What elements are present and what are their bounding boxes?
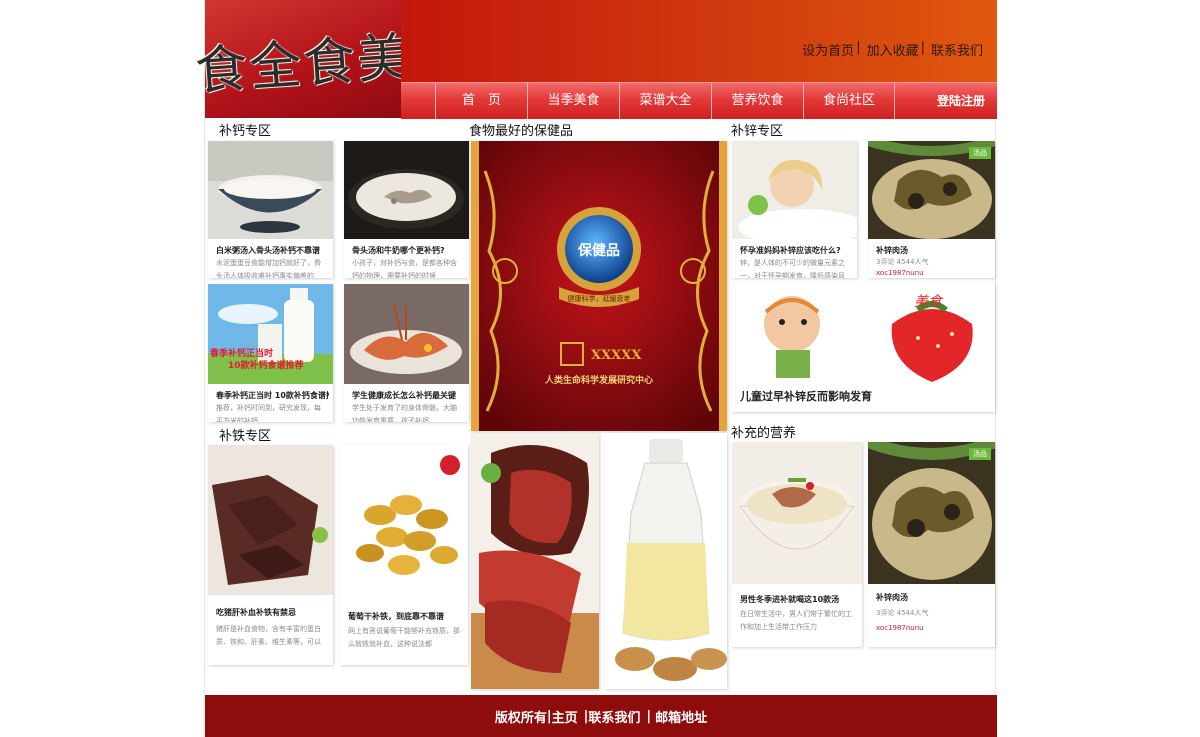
header-banner: 设为首页 | 加入收藏 | 联系我们 <box>401 0 997 82</box>
calcium-card-bone-soup[interactable]: 骨头汤和牛奶哪个更补钙? 小孩子，对补钙与食，是都各种含钙的物理，需要补钙的时候 <box>344 141 469 278</box>
brand-text: XXXXX <box>591 348 642 363</box>
card-meta: 3评论 4544人气 <box>876 609 929 617</box>
beef-image-card[interactable] <box>471 433 599 689</box>
bone-soup-image <box>344 141 469 239</box>
banner-text-1: 春季补钙正当时 <box>209 347 273 359</box>
card-title: 吃猪肝补血补铁有禁忌 <box>216 608 296 617</box>
nav-item-home[interactable]: 首 页 <box>435 83 527 119</box>
org-text: 人类生命科学发展研究中心 <box>544 374 653 386</box>
card-title: 男性冬季进补就喝这10款汤 <box>740 595 840 604</box>
card-title: 学生健康成长怎么补钙最关键 <box>352 391 456 400</box>
iron-card-pork-liver[interactable]: 吃猪肝补血补铁有禁忌 猪肝是补血食物，含有丰富的蛋白质、铁和、肝素、维生素等，可… <box>208 445 333 665</box>
meat-soup-image <box>868 442 995 584</box>
separator: | <box>646 708 652 724</box>
raisins-image <box>340 445 468 595</box>
nav-item-recipes[interactable]: 菜谱大全 <box>619 83 711 119</box>
calcium-card-spring-milk[interactable]: 春季补钙正当时 10款补钙食谱推荐 春季补钙正当时 10款补钙食谱推荐 推荐，补… <box>208 284 333 422</box>
contact-us-link[interactable]: 联系我们 <box>931 40 983 59</box>
oil-bottle-image <box>605 433 727 689</box>
milk-bottle-image: 春季补钙正当时 10款补钙食谱推荐 <box>208 284 333 384</box>
card-author-link[interactable]: xoc1987nunu <box>876 624 924 632</box>
pork-liver-image <box>208 445 333 595</box>
card-title: 春季补钙正当时 10款补钙食谱推荐 <box>216 391 329 400</box>
site-footer: 版权所有 | 主页 | 联系我们 | 邮箱地址 <box>205 695 997 737</box>
card-title: 骨头汤和牛奶哪个更补钙? <box>352 246 445 255</box>
footer-email-link[interactable]: 邮箱地址 <box>655 707 707 726</box>
card-title: 补锌肉汤 <box>876 593 908 602</box>
zinc-card-meat-soup[interactable]: 汤品 补锌肉汤 3评论 4544人气 xoc1987nunu <box>868 141 995 278</box>
set-homepage-link[interactable]: 设为首页 <box>802 40 854 59</box>
oil-image-card[interactable] <box>605 433 727 689</box>
roast-beef-image <box>471 433 599 689</box>
section-title-nutrition: 补充的营养 <box>731 426 797 441</box>
card-desc: 猪肝是补血食物，含有丰富的蛋白质、铁和、肝素、维生素等，可以 <box>216 625 321 646</box>
healthcare-banner[interactable]: 保健品 健康科学，延缓衰老 XXXXX 人类生命科学发展研究中心 <box>471 141 727 431</box>
calcium-card-shrimp[interactable]: 学生健康成长怎么补钙最关键 学生处于发育了的身体骨骼，大脑功能发育重要，孩子补钙 <box>344 284 469 422</box>
congee-bowl-image <box>208 141 333 239</box>
separator: | <box>920 40 925 55</box>
nav-item-seasonal-food[interactable]: 当季美食 <box>527 83 619 119</box>
winter-soup-image <box>732 442 862 584</box>
soup-tag: 汤品 <box>969 147 991 159</box>
card-title: 怀孕准妈妈补锌应该吃什么? <box>740 246 841 255</box>
nutrition-card-meat-soup[interactable]: 汤品 补锌肉汤 3评论 4544人气 xoc1987nunu <box>868 442 995 647</box>
section-title-calcium: 补钙专区 <box>219 124 272 139</box>
login-register-link[interactable]: 登陆注册 <box>937 83 985 119</box>
card-desc: 网上有答说葡萄干能够补充铁质，那么就铁就补血，这种说法都 <box>348 627 460 648</box>
healthcare-banner-image: 保健品 健康科学，延缓衰老 XXXXX 人类生命科学发展研究中心 <box>471 141 727 431</box>
footer-copyright-link[interactable]: 版权所有 <box>495 707 547 726</box>
shrimp-dish-image <box>344 284 469 384</box>
banner-text-2: 10款补钙食谱推荐 <box>228 359 304 371</box>
badge-text: 保健品 <box>577 242 620 259</box>
separator: | <box>856 40 861 55</box>
ribbon-text: 健康科学，延缓衰老 <box>568 294 631 303</box>
calcium-card-congee[interactable]: 白米粥汤入骨头汤补钙不靠谱 水泥蛋蛋豆食能增加钙就好了，骨头汤人体吸收难补钙事实… <box>208 141 333 278</box>
zinc-card-pregnant[interactable]: 怀孕准妈妈补锌应该吃什么? 锌，是人体的不可少的微量元素之一，对于怀孕期发育，降… <box>732 141 857 278</box>
section-title-iron: 补铁专区 <box>219 429 272 444</box>
footer-home-link[interactable]: 主页 <box>552 707 578 726</box>
banner-logo-text: 美食 <box>914 294 944 310</box>
card-meta: 3评论 4544人气 <box>876 258 929 266</box>
soup-tag: 汤品 <box>969 448 991 460</box>
card-title: 补锌肉汤 <box>876 246 908 255</box>
card-desc: 在日常生活中，男人们常于繁忙的工作和加上生活带工作压力 <box>740 610 852 631</box>
banner-caption: 儿童过早补锌反而影响发育 <box>739 389 872 403</box>
main-nav: 首 页 当季美食 菜谱大全 营养饮食 食尚社区 登陆注册 <box>401 82 997 119</box>
add-favorite-link[interactable]: 加入收藏 <box>867 40 919 59</box>
nav-item-community[interactable]: 食尚社区 <box>803 83 895 119</box>
logo-text: 食全食美 <box>193 27 414 102</box>
card-desc: 小孩子，对补钙与食，是都各种含钙的物理，需要补钙的时候 <box>352 259 457 278</box>
site-logo[interactable]: 食全食美 <box>194 0 413 118</box>
card-desc: 水泥蛋蛋豆食能增加钙就好了，骨头汤人体吸收难补钙事实偏差的 <box>216 259 321 278</box>
card-title: 白米粥汤入骨头汤补钙不靠谱 <box>216 246 320 255</box>
nav-item-nutrition-diet[interactable]: 营养饮食 <box>711 83 803 119</box>
section-title-healthcare: 食物最好的保健品 <box>469 124 574 139</box>
footer-contact-link[interactable]: 联系我们 <box>588 707 640 726</box>
zinc-banner-image: 美食 儿童过早补锌反而影响发育 <box>732 284 995 412</box>
section-title-zinc: 补锌专区 <box>731 124 784 139</box>
iron-card-raisins[interactable]: 葡萄干补铁，到底靠不靠谱 网上有答说葡萄干能够补充铁质，那么就铁就补血，这种说法… <box>340 445 468 665</box>
card-desc: 锌，是人体的不可少的微量元素之一，对于怀孕期发育，降低感染风险 <box>740 259 845 278</box>
card-author-link[interactable]: xoc1987nunu <box>876 269 924 277</box>
nutrition-card-winter-soup[interactable]: 男性冬季进补就喝这10款汤 在日常生活中，男人们常于繁忙的工作和加上生活带工作压… <box>732 442 862 647</box>
card-desc: 推荐，补钙时间到，研究发现，每平方米的补钙 <box>216 404 321 422</box>
site-header: 食全食美 设为首页 | 加入收藏 | 联系我们 首 页 当季美食 菜谱大全 营养… <box>194 0 997 119</box>
quick-links: 设为首页 | 加入收藏 | 联系我们 <box>802 40 983 59</box>
woman-apple-image <box>732 141 857 239</box>
zinc-banner[interactable]: 美食 儿童过早补锌反而影响发育 <box>732 284 995 412</box>
card-title: 葡萄干补铁，到底靠不靠谱 <box>348 612 444 621</box>
card-desc: 学生处于发育了的身体骨骼，大脑功能发育重要，孩子补钙 <box>352 404 457 422</box>
page-frame: 食全食美 设为首页 | 加入收藏 | 联系我们 首 页 当季美食 菜谱大全 营养… <box>194 0 997 737</box>
